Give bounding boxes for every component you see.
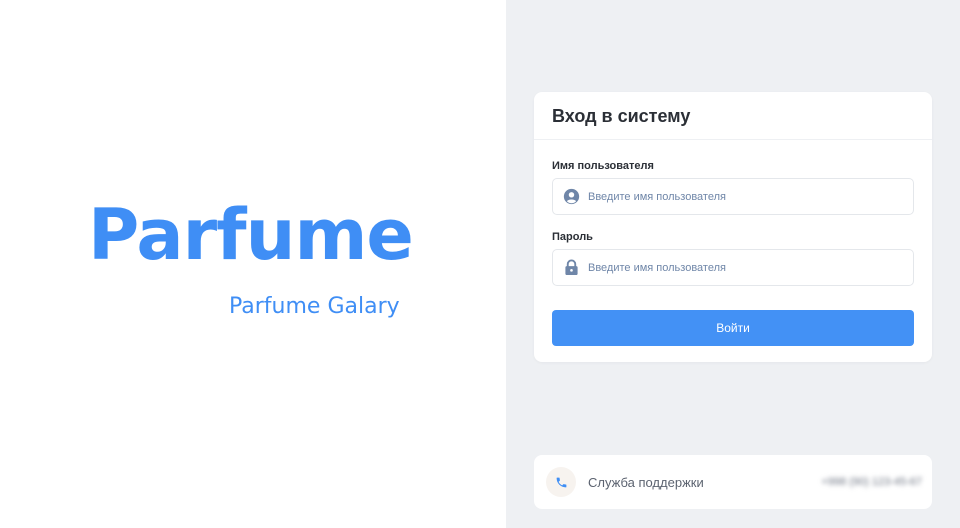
username-field-group: Имя пользователя: [552, 160, 914, 215]
form-panel: Вход в систему Имя пользователя Введите …: [506, 0, 960, 528]
password-input-wrapper[interactable]: [552, 249, 914, 286]
login-card: Вход в систему Имя пользователя Введите …: [534, 92, 932, 362]
support-label: Служба поддержки: [588, 474, 704, 490]
support-phone-number[interactable]: +998 (90) 123-45-67: [821, 476, 922, 488]
login-page: Parfume Parfume Galary Вход в систему Им…: [0, 0, 960, 528]
login-button[interactable]: Войти: [552, 310, 914, 346]
login-card-body: Имя пользователя Пароль: [534, 140, 932, 346]
brand-subtitle: Parfume Galary: [229, 294, 400, 319]
login-title: Вход в систему: [552, 106, 691, 126]
username-input-wrapper[interactable]: [552, 178, 914, 215]
brand-panel: Parfume Parfume Galary: [0, 0, 506, 528]
support-card: Служба поддержки +998 (90) 123-45-67: [534, 455, 932, 509]
username-label: Имя пользователя: [552, 160, 654, 172]
username-input[interactable]: [588, 179, 913, 214]
phone-icon[interactable]: [546, 467, 576, 497]
lock-icon: [562, 259, 580, 277]
login-card-header: Вход в систему: [534, 92, 932, 140]
password-field-group: Пароль: [552, 231, 914, 286]
user-circle-icon: [562, 188, 580, 206]
password-label: Пароль: [552, 231, 593, 243]
password-input[interactable]: [588, 250, 913, 285]
brand-logo-title: Parfume: [88, 194, 414, 276]
